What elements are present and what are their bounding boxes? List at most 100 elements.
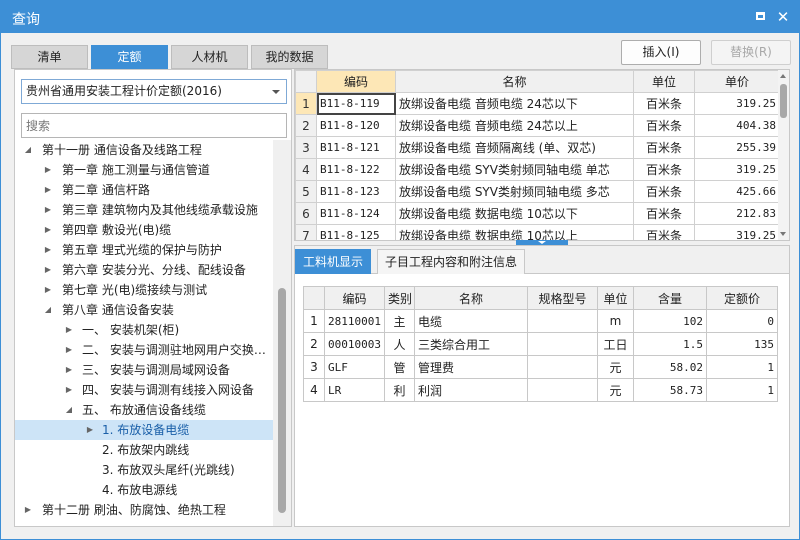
resource-code-cell[interactable]: 00010003 bbox=[324, 332, 385, 356]
column-header-price[interactable]: 单价 bbox=[694, 70, 780, 93]
resource-quantity-cell[interactable]: 1.5 bbox=[633, 332, 707, 356]
quota-unit-cell[interactable]: 百米条 bbox=[633, 158, 695, 181]
resource-quantity-cell[interactable]: 58.73 bbox=[633, 378, 707, 402]
resource-name-cell[interactable]: 利润 bbox=[414, 378, 528, 402]
collapsed-caret-icon[interactable]: ▶ bbox=[43, 260, 53, 280]
column-header-quota-price[interactable]: 定额价 bbox=[706, 286, 778, 310]
maximize-icon[interactable] bbox=[751, 8, 769, 26]
resource-price-cell[interactable]: 1 bbox=[706, 378, 778, 402]
tree-node-chapter-1[interactable]: ▶ 第一章 施工测量与通信管道 bbox=[15, 160, 273, 180]
quota-price-cell[interactable]: 319.25 bbox=[694, 158, 780, 181]
resource-price-cell[interactable]: 135 bbox=[706, 332, 778, 356]
tree-node-volume-12[interactable]: ▶ 第十二册 刷油、防腐蚀、绝热工程 bbox=[15, 500, 273, 520]
column-header-code[interactable]: 编码 bbox=[316, 70, 396, 93]
quota-grid-scrollbar[interactable] bbox=[778, 70, 789, 240]
replace-button[interactable]: 替换(R) bbox=[711, 40, 791, 65]
quota-price-cell[interactable]: 319.25 bbox=[694, 92, 780, 115]
expanded-caret-icon[interactable]: ◢ bbox=[64, 400, 74, 420]
resource-code-cell[interactable]: 28110001 bbox=[324, 309, 385, 333]
tab-quota[interactable]: 定额 bbox=[91, 45, 168, 69]
collapsed-caret-icon[interactable]: ▶ bbox=[43, 160, 53, 180]
tree-node-chapter-3[interactable]: ▶ 第三章 建筑物内及其他线缆承载设施 bbox=[15, 200, 273, 220]
table-row[interactable]: 7 B11-8-125 放绑设备电缆 数据电缆 10芯以上 百米条 319.25 bbox=[295, 224, 780, 240]
quota-unit-cell[interactable]: 百米条 bbox=[633, 224, 695, 240]
column-header-quantity[interactable]: 含量 bbox=[633, 286, 707, 310]
tree-node-section-3[interactable]: ▶ 三、 安装与调测局域网设备 bbox=[15, 360, 273, 380]
quota-code-cell[interactable]: B11-8-124 bbox=[316, 202, 396, 225]
collapsed-caret-icon[interactable]: ▶ bbox=[64, 320, 74, 340]
tree-node-chapter-6[interactable]: ▶ 第六章 安装分光、分线、配线设备 bbox=[15, 260, 273, 280]
quota-name-cell[interactable]: 放绑设备电缆 音频电缆 24芯以下 bbox=[395, 92, 634, 115]
collapsed-caret-icon[interactable]: ▶ bbox=[64, 380, 74, 400]
tab-work-content-notes[interactable]: 子目工程内容和附注信息 bbox=[377, 249, 526, 274]
chevron-down-icon[interactable] bbox=[272, 90, 280, 94]
tree-node-section-1[interactable]: ▶ 一、 安装机架(柜) bbox=[15, 320, 273, 340]
resource-spec-cell[interactable] bbox=[527, 378, 598, 402]
collapsed-caret-icon[interactable]: ▶ bbox=[43, 200, 53, 220]
tree-node-chapter-5[interactable]: ▶ 第五章 埋式光缆的保护与防护 bbox=[15, 240, 273, 260]
tab-labor-material-machine[interactable]: 人材机 bbox=[171, 45, 248, 69]
close-icon[interactable]: ✕ bbox=[774, 8, 792, 26]
resource-category-cell[interactable]: 人 bbox=[384, 332, 415, 356]
quota-price-cell[interactable]: 404.38 bbox=[694, 114, 780, 137]
tree-node-volume-11[interactable]: ◢ 第十一册 通信设备及线路工程 bbox=[15, 140, 273, 160]
quota-name-cell[interactable]: 放绑设备电缆 数据电缆 10芯以下 bbox=[395, 202, 634, 225]
quota-code-cell[interactable]: B11-8-122 bbox=[316, 158, 396, 181]
quota-code-cell[interactable]: B11-8-125 bbox=[316, 224, 396, 240]
tree-node-chapter-7[interactable]: ▶ 第七章 光(电)缆接续与测试 bbox=[15, 280, 273, 300]
collapsed-caret-icon[interactable]: ▶ bbox=[64, 340, 74, 360]
quota-name-cell[interactable]: 放绑设备电缆 数据电缆 10芯以上 bbox=[395, 224, 634, 240]
collapsed-caret-icon[interactable]: ▶ bbox=[23, 500, 33, 520]
quota-unit-cell[interactable]: 百米条 bbox=[633, 180, 695, 203]
quota-code-cell[interactable]: B11-8-123 bbox=[316, 180, 396, 203]
collapsed-caret-icon[interactable]: ▶ bbox=[64, 360, 74, 380]
quota-code-cell[interactable]: B11-8-121 bbox=[316, 136, 396, 159]
column-header-name[interactable]: 名称 bbox=[395, 70, 634, 93]
collapsed-caret-icon[interactable]: ▶ bbox=[43, 240, 53, 260]
resource-unit-cell[interactable]: 工日 bbox=[597, 332, 634, 356]
resource-price-cell[interactable]: 1 bbox=[706, 355, 778, 379]
resource-name-cell[interactable]: 管理费 bbox=[414, 355, 528, 379]
tab-bill[interactable]: 清单 bbox=[11, 45, 88, 69]
quota-price-cell[interactable]: 212.83 bbox=[694, 202, 780, 225]
tree-scrollbar-thumb[interactable] bbox=[278, 288, 286, 513]
collapsed-caret-icon[interactable]: ▶ bbox=[43, 180, 53, 200]
quota-name-cell[interactable]: 放绑设备电缆 SYV类射频同轴电缆 单芯 bbox=[395, 158, 634, 181]
resource-spec-cell[interactable] bbox=[527, 355, 598, 379]
resource-category-cell[interactable]: 管 bbox=[384, 355, 415, 379]
resource-spec-cell[interactable] bbox=[527, 309, 598, 333]
resource-code-cell[interactable]: LR bbox=[324, 378, 385, 402]
quota-name-cell[interactable]: 放绑设备电缆 SYV类射频同轴电缆 多芯 bbox=[395, 180, 634, 203]
quota-grid-scrollbar-thumb[interactable] bbox=[780, 84, 787, 118]
quota-price-cell[interactable]: 425.66 bbox=[694, 180, 780, 203]
insert-button[interactable]: 插入(I) bbox=[621, 40, 701, 65]
quota-name-cell[interactable]: 放绑设备电缆 音频电缆 24芯以上 bbox=[395, 114, 634, 137]
table-row[interactable]: 5 B11-8-123 放绑设备电缆 SYV类射频同轴电缆 多芯 百米条 425… bbox=[295, 180, 780, 203]
resource-quantity-cell[interactable]: 58.02 bbox=[633, 355, 707, 379]
collapsed-caret-icon[interactable]: ▶ bbox=[85, 420, 95, 440]
quota-library-select[interactable]: 贵州省通用安装工程计价定额(2016) bbox=[21, 79, 287, 104]
column-header-spec[interactable]: 规格型号 bbox=[527, 286, 598, 310]
resource-unit-cell[interactable]: m bbox=[597, 309, 634, 333]
collapsed-caret-icon[interactable]: ▶ bbox=[43, 280, 53, 300]
tree-node-item-4[interactable]: 4. 布放电源线 bbox=[15, 480, 273, 500]
resource-category-cell[interactable]: 利 bbox=[384, 378, 415, 402]
table-row[interactable]: 6 B11-8-124 放绑设备电缆 数据电缆 10芯以下 百米条 212.83 bbox=[295, 202, 780, 225]
column-header-unit[interactable]: 单位 bbox=[633, 70, 695, 93]
table-row[interactable]: 1 B11-8-119 放绑设备电缆 音频电缆 24芯以下 百米条 319.25 bbox=[295, 92, 780, 115]
table-row[interactable]: 3 GLF 管 管理费 元 58.02 1 bbox=[303, 355, 778, 379]
resource-unit-cell[interactable]: 元 bbox=[597, 378, 634, 402]
tree-scrollbar[interactable] bbox=[273, 140, 291, 526]
scroll-down-icon[interactable] bbox=[780, 232, 786, 236]
scroll-up-icon[interactable] bbox=[780, 74, 786, 78]
quota-unit-cell[interactable]: 百米条 bbox=[633, 92, 695, 115]
resource-price-cell[interactable]: 0 bbox=[706, 309, 778, 333]
table-row[interactable]: 4 LR 利 利润 元 58.73 1 bbox=[303, 378, 778, 402]
quota-unit-cell[interactable]: 百米条 bbox=[633, 202, 695, 225]
title-bar[interactable]: 查询 ✕ bbox=[1, 1, 799, 33]
tree-node-chapter-8[interactable]: ◢ 第八章 通信设备安装 bbox=[15, 300, 273, 320]
tree-node-chapter-2[interactable]: ▶ 第二章 通信杆路 bbox=[15, 180, 273, 200]
table-row[interactable]: 2 00010003 人 三类综合用工 工日 1.5 135 bbox=[303, 332, 778, 356]
collapsed-caret-icon[interactable]: ▶ bbox=[43, 220, 53, 240]
tree-node-item-3[interactable]: 3. 布放双头尾纤(光跳线) bbox=[15, 460, 273, 480]
